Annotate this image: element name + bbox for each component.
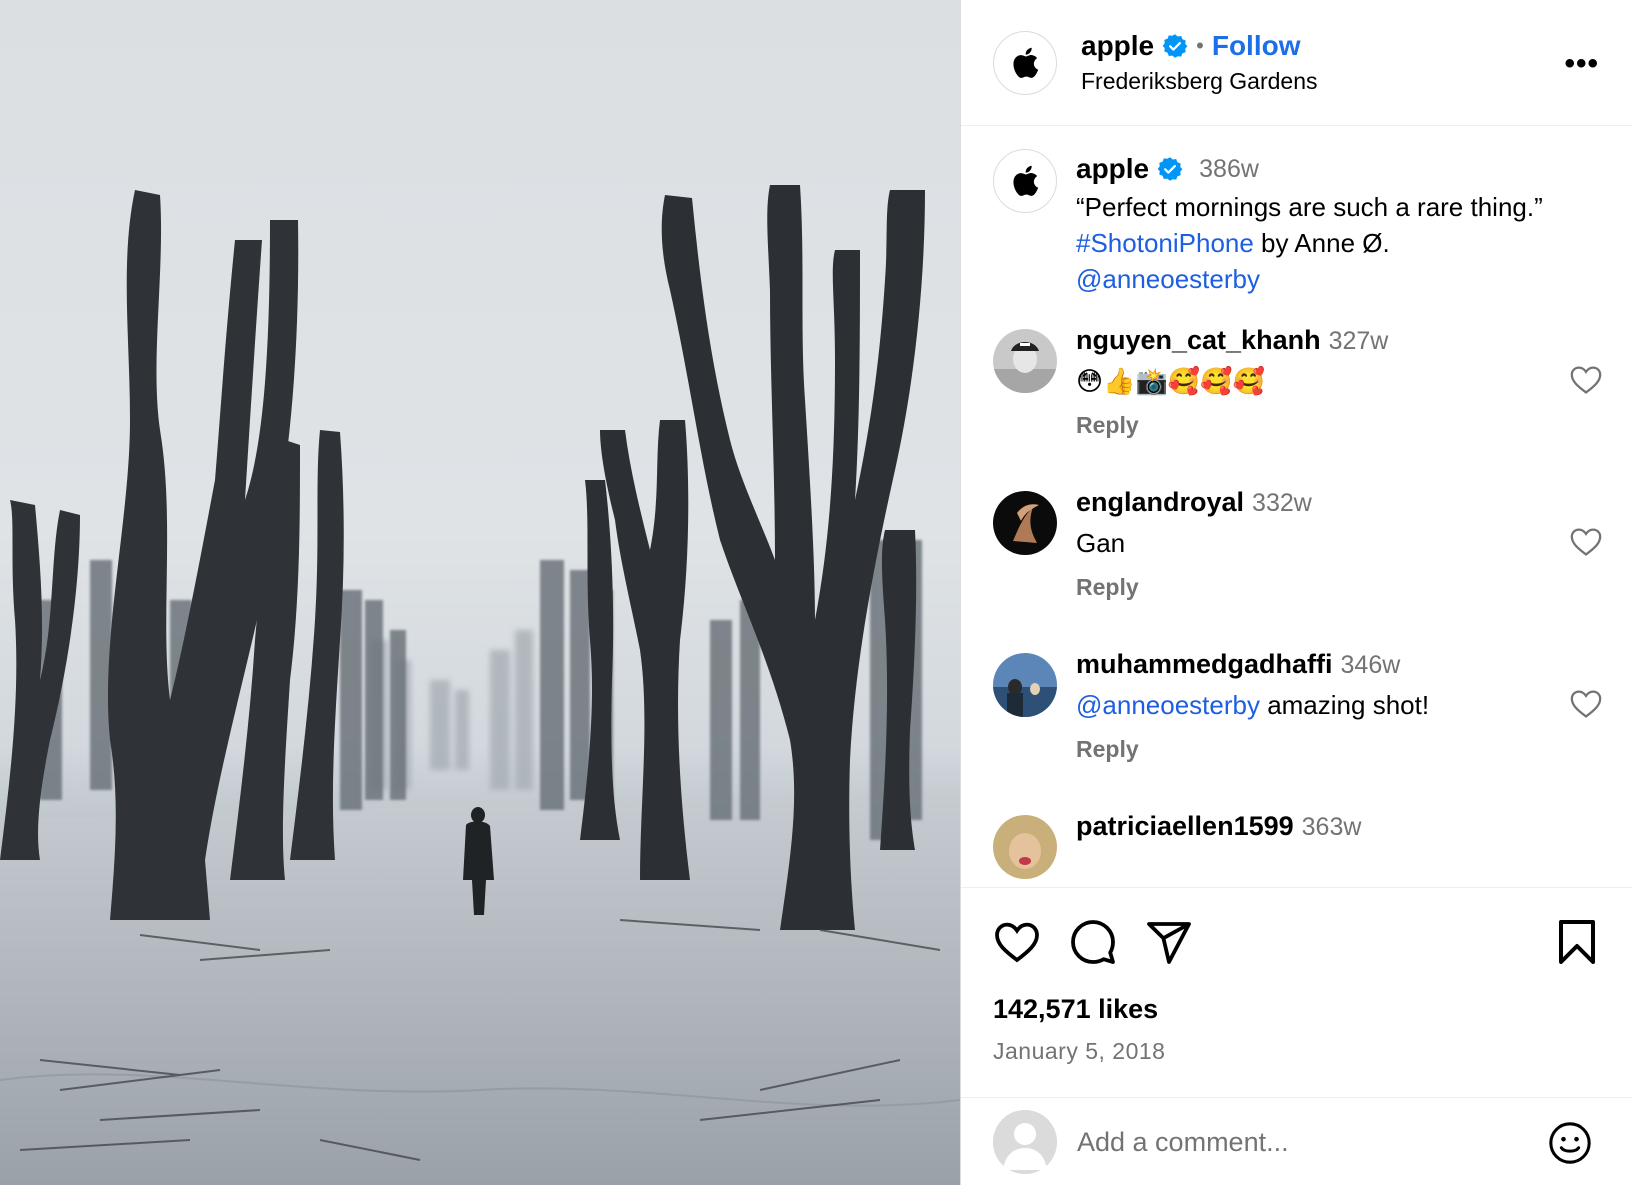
comment-input[interactable] (1077, 1120, 1497, 1164)
caption-time[interactable]: 386w (1199, 155, 1259, 184)
more-icon[interactable]: ••• (1564, 49, 1599, 79)
apple-logo-icon (1013, 165, 1039, 196)
post-photo[interactable] (0, 0, 960, 1185)
comment-time[interactable]: 332w (1252, 489, 1312, 517)
post-date[interactable]: January 5, 2018 (993, 1038, 1165, 1065)
commenter-username[interactable]: patriciaellen1599 (1076, 811, 1294, 841)
user-photo-icon (993, 491, 1057, 555)
heart-icon[interactable] (1569, 687, 1603, 719)
caption-mention-line: @anneoesterby (1076, 261, 1616, 297)
comment-time[interactable]: 327w (1329, 327, 1389, 355)
post-actions: 142,571 likes January 5, 2018 (961, 887, 1632, 1097)
author-avatar[interactable] (993, 31, 1057, 95)
add-comment-bar (961, 1097, 1632, 1185)
commenter-avatar[interactable] (993, 815, 1057, 879)
commenter-username[interactable]: muhammedgadhaffi (1076, 649, 1333, 679)
likes-count[interactable]: 142,571 likes (993, 994, 1158, 1025)
verified-badge-icon (1157, 157, 1183, 181)
header-name-row: apple • Follow (1081, 30, 1301, 62)
commenter-avatar[interactable] (993, 329, 1057, 393)
caption-meta: apple 386w (1076, 149, 1616, 189)
heart-icon[interactable] (1569, 525, 1603, 557)
caption-author-avatar[interactable] (993, 149, 1057, 213)
comment-text: @anneoesterby amazing shot! (1076, 686, 1546, 724)
apple-logo-icon (1013, 47, 1039, 78)
reply-button[interactable]: Reply (1076, 412, 1546, 439)
post-side-panel: apple • Follow Frederiksberg Gardens ••• (960, 0, 1632, 1185)
reply-button[interactable]: Reply (1076, 574, 1546, 601)
author-username[interactable]: apple (1081, 30, 1154, 62)
caption-text: “Perfect mornings are such a rare thing.… (1076, 192, 1543, 222)
commenter-username[interactable]: nguyen_cat_khanh (1076, 325, 1321, 355)
post-location[interactable]: Frederiksberg Gardens (1081, 68, 1318, 95)
mention-link[interactable]: @anneoesterby (1076, 690, 1260, 720)
hashtag-link[interactable]: #ShotoniPhone (1076, 228, 1254, 258)
comment-text: 😳👍📸🥰🥰🥰 (1076, 366, 1265, 396)
share-icon[interactable] (1145, 918, 1193, 966)
comment-time[interactable]: 346w (1341, 651, 1401, 679)
comment-item: nguyen_cat_khanh 327w 😳👍📸🥰🥰🥰 Reply (993, 325, 1603, 475)
comment-item: englandroyal 332w Gan Reply (993, 487, 1603, 637)
comment-item: patriciaellen1599 363w (993, 811, 1603, 887)
foggy-tree-avenue-illustration (0, 185, 960, 1185)
comment-body: englandroyal 332w Gan Reply (1076, 487, 1546, 601)
heart-icon[interactable] (993, 918, 1041, 966)
comment-icon[interactable] (1069, 918, 1117, 966)
commenter-avatar[interactable] (993, 653, 1057, 717)
comment-text-rest: amazing shot! (1259, 690, 1430, 720)
emoji-icon[interactable] (1547, 1120, 1593, 1166)
comment-body: nguyen_cat_khanh 327w 😳👍📸🥰🥰🥰 Reply (1076, 325, 1546, 439)
mention-link[interactable]: @anneoesterby (1076, 264, 1260, 294)
post-modal: apple • Follow Frederiksberg Gardens ••• (0, 0, 1632, 1185)
default-user-icon (993, 1110, 1057, 1174)
comment-time[interactable]: 363w (1302, 813, 1362, 841)
user-photo-icon (993, 815, 1057, 879)
caption-body: apple 386w “Perfect mornings are such a … (1076, 149, 1616, 297)
comment-item: muhammedgadhaffi 346w @anneoesterby amazi… (993, 649, 1603, 799)
post-header: apple • Follow Frederiksberg Gardens ••• (961, 0, 1632, 126)
heart-icon[interactable] (1569, 363, 1603, 395)
reply-button[interactable]: Reply (1076, 736, 1546, 763)
comment-text: Gan (1076, 528, 1126, 558)
follow-button[interactable]: Follow (1212, 30, 1301, 62)
bookmark-icon[interactable] (1553, 918, 1601, 966)
commenter-avatar[interactable] (993, 491, 1057, 555)
caption-byline: by Anne Ø. (1253, 228, 1390, 258)
user-photo-icon (993, 653, 1057, 717)
comments-list[interactable]: apple 386w “Perfect mornings are such a … (961, 127, 1632, 887)
comment-body: muhammedgadhaffi 346w @anneoesterby amazi… (1076, 649, 1546, 763)
commenter-username[interactable]: englandroyal (1076, 487, 1244, 517)
user-photo-icon (993, 329, 1057, 393)
header-separator: • (1196, 33, 1204, 58)
comment-body: patriciaellen1599 363w (1076, 811, 1546, 842)
caption-username[interactable]: apple (1076, 153, 1149, 185)
verified-badge-icon (1162, 34, 1188, 58)
current-user-avatar[interactable] (993, 1110, 1057, 1174)
caption-credit-line: #ShotoniPhone by Anne Ø. (1076, 225, 1616, 261)
